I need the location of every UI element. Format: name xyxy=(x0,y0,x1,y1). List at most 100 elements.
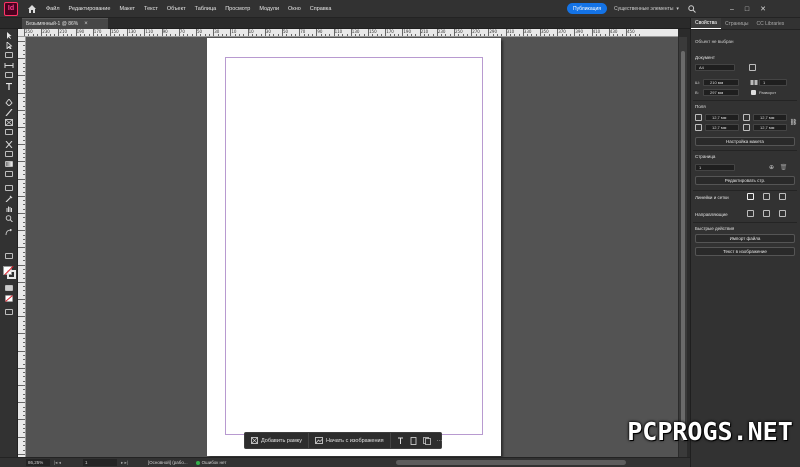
gap-tool-icon[interactable] xyxy=(4,62,14,69)
baseline-grid-icon[interactable] xyxy=(779,193,786,200)
ruler-tick xyxy=(23,243,25,245)
tab-close-icon[interactable]: × xyxy=(84,21,88,27)
text-frame-icon[interactable] xyxy=(397,436,404,445)
menu-table[interactable]: Таблица xyxy=(195,6,217,12)
menu-file[interactable]: Файл xyxy=(46,6,60,12)
menu-type[interactable]: Текст xyxy=(144,6,158,12)
pasteboard[interactable] xyxy=(26,37,678,457)
type-tool-icon[interactable] xyxy=(4,82,14,90)
screen-mode-icon[interactable] xyxy=(4,309,14,316)
tab-properties[interactable]: Свойства xyxy=(691,18,721,29)
menu-object[interactable]: Объект xyxy=(167,6,186,12)
more-options-icon[interactable]: ··· xyxy=(437,436,443,445)
ruler-tick xyxy=(23,157,25,159)
document-page[interactable] xyxy=(207,38,501,456)
page-icon[interactable] xyxy=(410,436,417,445)
gradient-feather-tool-icon[interactable] xyxy=(4,171,14,178)
vertical-ruler[interactable] xyxy=(18,37,26,457)
horizontal-ruler[interactable]: 250 230 210 190 170 150 130 110 90 70 50 30 10 10 30 50… xyxy=(18,29,678,37)
pages-count-field[interactable]: 1 xyxy=(759,79,787,86)
swap-fill-stroke-icon[interactable] xyxy=(4,228,14,236)
menu-view[interactable]: Просмотр xyxy=(225,6,250,12)
document-preset-select[interactable]: A4 xyxy=(695,64,735,71)
close-icon[interactable]: ✕ xyxy=(760,5,766,13)
margin-top-field[interactable]: 12,7 мм xyxy=(705,114,739,121)
menu-plugins[interactable]: Модули xyxy=(259,6,279,12)
gradient-swatch-tool-icon[interactable] xyxy=(4,161,14,168)
link-margins-icon[interactable]: ⛓ xyxy=(789,118,798,127)
apply-color-icon[interactable] xyxy=(4,285,14,292)
margin-bottom-field[interactable]: 12,7 мм xyxy=(705,124,739,131)
page-field[interactable]: 1 xyxy=(82,459,117,466)
add-frame-button[interactable]: Добавить рамку xyxy=(245,433,309,448)
eyedropper-tool-icon[interactable] xyxy=(4,195,14,203)
margin-left-field[interactable]: 12,7 мм xyxy=(753,114,787,121)
import-file-button[interactable]: Импорт файла xyxy=(695,234,795,243)
fill-stroke-swatch[interactable] xyxy=(3,265,16,279)
margin-right-field[interactable]: 12,7 мм xyxy=(753,124,787,131)
ruler-tick xyxy=(62,34,64,36)
height-field[interactable]: 297 мм xyxy=(703,89,739,96)
ruler-tick xyxy=(18,247,25,249)
workspace-switcher[interactable]: Существенные элементы ▾ xyxy=(614,4,684,14)
ruler-tick xyxy=(471,29,473,36)
first-page-icon[interactable]: |◂ ◂ xyxy=(54,460,61,466)
facing-pages-checkbox[interactable] xyxy=(751,90,756,95)
smart-guides-icon[interactable] xyxy=(779,210,786,217)
apply-none-icon[interactable] xyxy=(4,295,14,302)
tab-pages[interactable]: Страницы xyxy=(721,18,752,29)
zoom-field[interactable]: 86,25% xyxy=(26,459,50,466)
menu-layout[interactable]: Макет xyxy=(119,6,135,12)
maximize-icon[interactable]: □ xyxy=(745,6,749,13)
pages-icon[interactable] xyxy=(422,436,431,445)
free-transform-tool-icon[interactable] xyxy=(4,151,14,158)
content-collector-icon[interactable] xyxy=(4,72,14,79)
preflight-profile[interactable]: [Основной] (рабо... xyxy=(148,460,188,465)
rectangle-frame-tool-icon[interactable] xyxy=(4,119,14,126)
menu-edit[interactable]: Редактирование xyxy=(69,6,111,12)
vertical-scroll-thumb[interactable] xyxy=(681,51,685,441)
edit-page-button[interactable]: Редактировать стр. xyxy=(695,176,795,185)
add-page-icon[interactable]: ⊕ xyxy=(767,163,776,172)
text-to-image-button[interactable]: Текст в изображение xyxy=(695,247,795,256)
minimize-icon[interactable]: – xyxy=(730,6,734,13)
document-grid-icon[interactable] xyxy=(763,193,770,200)
next-page-icon[interactable]: ▸ ▸| xyxy=(121,460,128,466)
ruler-tick xyxy=(32,34,34,36)
formatting-affects-container-icon[interactable] xyxy=(4,253,14,260)
ruler-tick xyxy=(23,251,25,253)
document-tab[interactable]: Безымянный-1 @ 86% × xyxy=(22,18,108,29)
zoom-tool-icon[interactable] xyxy=(4,215,14,223)
adjust-layout-button[interactable]: Настройка макета xyxy=(695,137,795,146)
start-with-image-button[interactable]: Начать с изображения xyxy=(309,433,391,448)
menu-window[interactable]: Окно xyxy=(288,6,301,12)
selection-tool-icon[interactable] xyxy=(4,32,14,39)
direct-selection-tool-icon[interactable] xyxy=(4,41,14,51)
width-field[interactable]: 210 мм xyxy=(703,79,739,86)
page-tool-icon[interactable] xyxy=(4,52,14,59)
page-select[interactable]: 1 xyxy=(695,164,735,171)
menu-help[interactable]: Справка xyxy=(310,6,332,12)
rectangle-tool-icon[interactable] xyxy=(4,129,14,136)
publish-button[interactable]: Публикация xyxy=(567,3,607,14)
note-tool-icon[interactable] xyxy=(4,185,14,192)
hand-tool-icon[interactable] xyxy=(4,205,14,212)
pencil-tool-icon[interactable] xyxy=(4,108,14,117)
vertical-scrollbar[interactable] xyxy=(679,37,687,457)
ruler-tick xyxy=(88,34,90,36)
horizontal-scrollbar[interactable] xyxy=(396,460,626,465)
indesign-logo: Id xyxy=(4,1,18,16)
pen-tool-icon[interactable] xyxy=(4,98,14,107)
ruler-icon[interactable] xyxy=(747,193,754,200)
scissors-tool-icon[interactable] xyxy=(4,140,14,149)
search-icon[interactable] xyxy=(688,5,696,15)
rulers-grids-section-title: Линейки и сетки xyxy=(695,195,729,200)
tab-cc-libraries[interactable]: CC Libraries xyxy=(752,18,788,29)
delete-page-icon[interactable]: 🗑 xyxy=(779,163,788,172)
portrait-orientation-icon[interactable] xyxy=(749,64,756,71)
ruler-tick xyxy=(466,34,468,36)
preflight-errors[interactable]: Ошибок нет xyxy=(202,460,227,465)
lock-guides-icon[interactable] xyxy=(763,210,770,217)
home-icon[interactable] xyxy=(28,4,36,13)
show-guides-icon[interactable] xyxy=(747,210,754,217)
